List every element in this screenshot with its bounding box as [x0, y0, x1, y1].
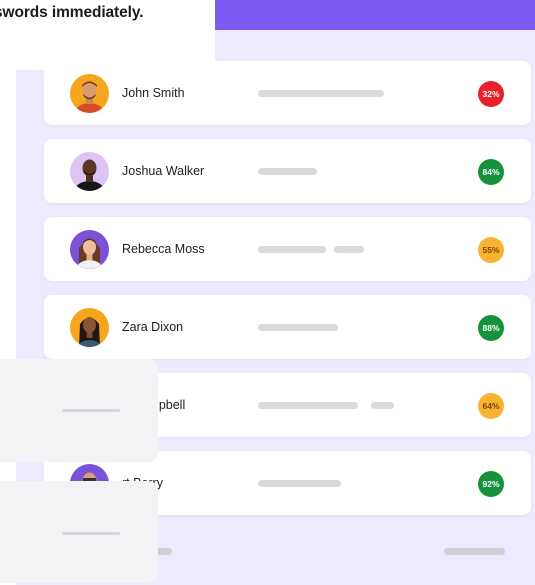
score-badge: 88%	[478, 315, 504, 341]
person-avatar-icon	[70, 308, 109, 347]
footer-bar-placeholder	[444, 548, 505, 555]
placeholder-line	[62, 409, 120, 412]
placeholder-line	[62, 532, 120, 535]
person-avatar-icon	[70, 230, 109, 269]
score-badge: 84%	[478, 159, 504, 185]
user-row-rebecca-moss[interactable]: Rebecca Moss 55%	[44, 217, 531, 281]
user-name: Rebecca Moss	[122, 242, 205, 256]
progress-bar-placeholder	[258, 246, 326, 253]
person-avatar-icon	[70, 74, 109, 113]
user-name: Zara Dixon	[122, 320, 184, 334]
progress-bar-placeholder	[334, 246, 364, 253]
progress-bar-placeholder	[258, 90, 384, 97]
user-name: Joshua Walker	[122, 164, 205, 178]
progress-bar-placeholder	[258, 480, 341, 487]
user-row-zara-dixon[interactable]: Zara Dixon 88%	[44, 295, 531, 359]
progress-bar-placeholder	[258, 402, 358, 409]
user-row-joshua-walker[interactable]: Joshua Walker 84%	[44, 139, 531, 203]
progress-bar-placeholder	[258, 168, 317, 175]
placeholder-card	[0, 359, 158, 462]
score-badge: 32%	[478, 81, 504, 107]
headline-container: swords immediately.	[0, 0, 215, 70]
score-badge: 55%	[478, 237, 504, 263]
score-badge: 64%	[478, 393, 504, 419]
placeholder-card	[0, 481, 158, 583]
progress-bar-placeholder	[258, 324, 338, 331]
headline-text: swords immediately.	[0, 4, 144, 21]
user-name: John Smith	[122, 86, 185, 100]
progress-bar-placeholder	[371, 402, 394, 409]
person-avatar-icon	[70, 152, 109, 191]
user-row-john-smith[interactable]: John Smith 32%	[44, 61, 531, 125]
score-badge: 92%	[478, 471, 504, 497]
